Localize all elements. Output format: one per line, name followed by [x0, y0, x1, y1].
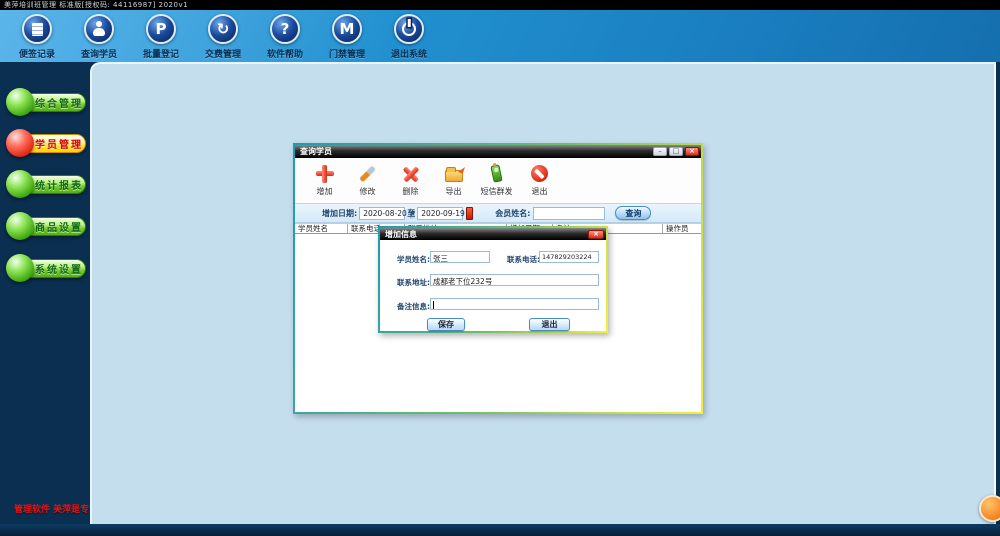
sphere-icon: [6, 88, 34, 116]
letter-p-icon: P: [146, 14, 176, 44]
student-name-label: 学员姓名:: [397, 254, 430, 265]
power-icon: [394, 14, 424, 44]
letter-m-icon: M: [332, 14, 362, 44]
member-name-input[interactable]: [533, 207, 605, 220]
toolbar-button-note-record[interactable]: 便签记录: [6, 10, 68, 62]
refresh-glyph: ↻: [217, 22, 230, 37]
corner-badge-icon[interactable]: [979, 495, 1000, 522]
sphere-icon: [6, 170, 34, 198]
toolbar-button-batch-register[interactable]: P 批量登记: [130, 10, 192, 62]
tool-label: 修改: [360, 186, 376, 197]
power-glyph: [402, 22, 416, 36]
toolbar-label: 软件帮助: [267, 47, 303, 60]
toolbar-button-query-student[interactable]: 查询学员: [68, 10, 130, 62]
date-from-select[interactable]: 2020-08-20 ▼: [359, 207, 405, 220]
person-glyph: [91, 21, 107, 37]
add-button[interactable]: 增加: [303, 158, 346, 203]
date-to-value: 2020-09-19: [418, 209, 468, 218]
marquee-text: 管理软件 美萍是专家: [14, 502, 98, 515]
column-header-operator[interactable]: 操作员: [663, 224, 701, 233]
close-button[interactable]: ×: [685, 147, 699, 156]
toolbar-button-door-control[interactable]: M 门禁管理: [316, 10, 378, 62]
close-button[interactable]: ×: [588, 230, 604, 239]
bottom-bar: [0, 524, 1000, 536]
toolbar-label: 退出系统: [391, 47, 427, 60]
date-range-label: 增加日期:: [322, 208, 357, 219]
remark-label: 备注信息:: [397, 301, 430, 312]
tool-label: 导出: [446, 186, 462, 197]
add-info-dialog: 增加信息 × 学员姓名: 张三 联系电话: 147829203224 联系地址:…: [378, 226, 608, 333]
minimize-button[interactable]: –: [653, 147, 667, 156]
date-from-value: 2020-08-20: [360, 209, 410, 218]
tool-label: 短信群发: [481, 186, 513, 197]
delete-button[interactable]: 删除: [389, 158, 432, 203]
window-titlebar: 美萍培训班管理 标准版[授权码: 44116987] 2020v1: [0, 0, 1000, 10]
delete-x-icon: [402, 163, 420, 184]
phone-label: 联系电话:: [507, 254, 540, 265]
sphere-icon: [6, 254, 34, 282]
toolbar-button-exit-system[interactable]: 退出系统: [378, 10, 440, 62]
export-button[interactable]: 导出: [432, 158, 475, 203]
dialog-title: 增加信息: [382, 229, 586, 240]
exit-button[interactable]: 退出: [518, 158, 561, 203]
address-input[interactable]: 成都老下位232号: [430, 274, 599, 286]
p-glyph: P: [156, 22, 167, 37]
toolbar-label: 门禁管理: [329, 47, 365, 60]
toolbar-label: 查询学员: [81, 47, 117, 60]
phone-icon: [492, 163, 501, 184]
address-label: 联系地址:: [397, 277, 430, 288]
toolbar-button-help[interactable]: ? 软件帮助: [254, 10, 316, 62]
dialog-title: 查询学员: [297, 146, 651, 157]
plus-icon: [316, 163, 334, 184]
refresh-icon: ↻: [208, 14, 238, 44]
note-icon: [22, 14, 52, 44]
document-glyph: [32, 23, 43, 36]
no-entry-icon: [531, 163, 548, 184]
to-label: 至: [407, 208, 415, 219]
exit-button[interactable]: 退出: [529, 318, 570, 331]
dialog-toolbar: 增加 修改 删除 导出 短信群发 退出: [295, 158, 701, 204]
sidebar-item-system-settings[interactable]: 系统设置: [6, 254, 86, 282]
wrench-icon: [365, 163, 370, 184]
date-picker-icon[interactable]: [466, 207, 473, 220]
tool-label: 增加: [317, 186, 333, 197]
person-icon: [84, 14, 114, 44]
maximize-button[interactable]: □: [669, 147, 683, 156]
main-toolbar: 便签记录 查询学员 P 批量登记 ↻ 交费管理 ? 软件帮助 M 门禁管理 退出…: [0, 10, 1000, 62]
folder-export-icon: [445, 163, 463, 184]
modify-button[interactable]: 修改: [346, 158, 389, 203]
dialog-titlebar[interactable]: 增加信息 ×: [380, 228, 606, 240]
text-cursor: [433, 301, 434, 309]
tool-label: 删除: [403, 186, 419, 197]
sidebar-item-product-settings[interactable]: 商品设置: [6, 212, 86, 240]
column-header-student-name[interactable]: 学员姓名: [295, 224, 348, 233]
date-to-select[interactable]: 2020-09-19 ▼: [417, 207, 463, 220]
sidebar-item-student-management[interactable]: 学员管理: [6, 129, 86, 157]
sidebar: 综合管理 学员管理 统计报表 商品设置 系统设置 管理软件 美萍是专家: [0, 62, 90, 524]
app-window: 美萍培训班管理 标准版[授权码: 44116987] 2020v1 便签记录 查…: [0, 0, 1000, 536]
sphere-icon: [6, 212, 34, 240]
m-glyph: M: [340, 22, 355, 37]
phone-input[interactable]: 147829203224: [539, 251, 599, 263]
save-button[interactable]: 保存: [427, 318, 465, 331]
student-name-input[interactable]: 张三: [430, 251, 490, 263]
question-glyph: ?: [281, 22, 290, 37]
sphere-icon: [6, 129, 34, 157]
tool-label: 退出: [532, 186, 548, 197]
toolbar-label: 便签记录: [19, 47, 55, 60]
window-title: 美萍培训班管理 标准版[授权码: 44116987] 2020v1: [0, 0, 188, 10]
filter-bar: 增加日期: 2020-08-20 ▼ 至 2020-09-19 ▼ 会员姓名: …: [295, 204, 701, 223]
sms-broadcast-button[interactable]: 短信群发: [475, 158, 518, 203]
sidebar-item-statistics-report[interactable]: 统计报表: [6, 170, 86, 198]
dialog-titlebar[interactable]: 查询学员 – □ ×: [295, 145, 701, 158]
toolbar-button-payment[interactable]: ↻ 交费管理: [192, 10, 254, 62]
toolbar-label: 批量登记: [143, 47, 179, 60]
toolbar-label: 交费管理: [205, 47, 241, 60]
member-name-label: 会员姓名:: [495, 208, 530, 219]
remark-input[interactable]: [430, 298, 599, 310]
sidebar-item-general-management[interactable]: 综合管理: [6, 88, 86, 116]
help-icon: ?: [270, 14, 300, 44]
query-button[interactable]: 查询: [615, 206, 651, 220]
